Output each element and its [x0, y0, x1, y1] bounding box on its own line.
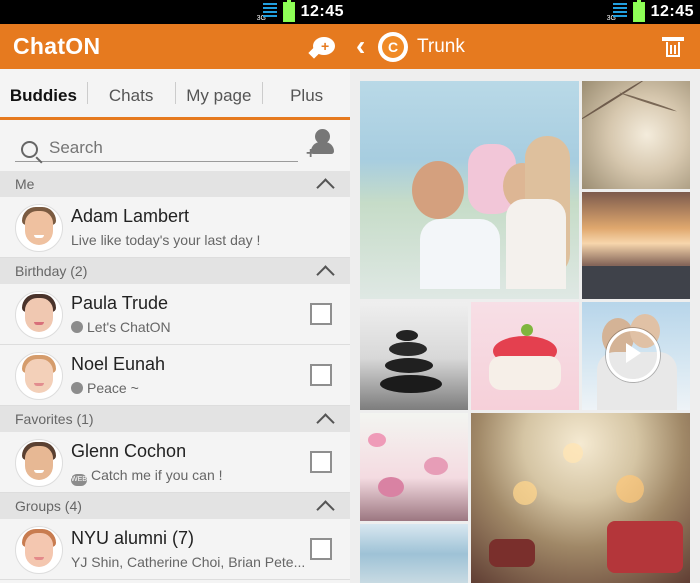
tab-plus[interactable]: Plus: [263, 69, 350, 117]
photo-tree-branches[interactable]: [582, 81, 690, 189]
play-icon[interactable]: [606, 328, 660, 382]
chat-compose-icon[interactable]: +: [313, 37, 335, 55]
battery-icon: [282, 0, 295, 22]
select-checkbox[interactable]: [310, 303, 332, 325]
chevron-up-icon[interactable]: [316, 264, 335, 284]
chevron-up-icon[interactable]: [316, 177, 335, 197]
clock: 12:45: [300, 3, 344, 20]
app-title: ChatON: [13, 33, 101, 59]
tab-my-page[interactable]: My page: [176, 69, 263, 117]
signal-icon: 3G: [607, 2, 627, 22]
contact-status: Live like today's your last day !: [71, 232, 261, 248]
trunk-title: Trunk: [417, 36, 465, 57]
search-input[interactable]: [47, 137, 291, 159]
search-icon: [21, 141, 38, 158]
contact-status: Catch me if you can !: [91, 467, 223, 483]
chat-badge-icon: [71, 382, 83, 394]
battery-icon: [632, 0, 645, 22]
contact-status: Let's ChatON: [87, 319, 171, 335]
tab-buddies[interactable]: Buddies: [0, 69, 87, 117]
contact-status-row: Peace ~: [71, 380, 139, 396]
chat-badge-icon: [71, 321, 83, 333]
contact-name: NYU alumni (7): [71, 528, 195, 548]
list-item[interactable]: NYU alumni (7) YJ Shin, Catherine Choi, …: [0, 519, 350, 580]
photo-sunset[interactable]: [582, 192, 690, 299]
select-checkbox[interactable]: [310, 364, 332, 386]
avatar: [15, 291, 63, 339]
select-checkbox[interactable]: [310, 451, 332, 473]
status-cluster-right: 3G 12:45: [607, 0, 694, 24]
photo-family-beach[interactable]: [360, 81, 579, 299]
add-buddy-icon[interactable]: +: [306, 129, 334, 162]
status-bar-right: 3G 12:45: [350, 0, 700, 24]
photo-city-bokeh[interactable]: [471, 413, 690, 583]
logo-letter: C: [388, 39, 399, 55]
trash-icon[interactable]: [662, 37, 684, 57]
status-cluster-left: 3G 12:45: [257, 0, 344, 24]
contact-name: Noel Eunah: [71, 354, 166, 374]
section-me-label: Me: [15, 176, 35, 192]
trunk-appbar: ‹ C Trunk: [350, 24, 700, 69]
tab-bar: Buddies Chats My page Plus: [0, 69, 350, 120]
contact-status: YJ Shin, Catherine Choi, Brian Pete...: [71, 554, 306, 570]
list-item[interactable]: Glenn Cochon WEB Catch me if you can !: [0, 432, 350, 493]
clock: 12:45: [650, 3, 694, 20]
signal-icon: 3G: [257, 2, 277, 22]
section-favorites-label: Favorites (1): [15, 411, 94, 427]
photo-flowers[interactable]: [360, 413, 468, 521]
contact-name: Glenn Cochon: [71, 441, 187, 461]
avatar: [15, 352, 63, 400]
list-item[interactable]: Paula Trude Let's ChatON: [0, 284, 350, 345]
contact-status-row: Let's ChatON: [71, 319, 171, 335]
signal-bars-icon: [612, 3, 627, 21]
section-favorites[interactable]: Favorites (1): [0, 406, 350, 432]
tab-chats[interactable]: Chats: [88, 69, 175, 117]
section-birthday[interactable]: Birthday (2): [0, 258, 350, 284]
section-groups-label: Groups (4): [15, 498, 82, 514]
avatar: [15, 526, 63, 574]
list-item[interactable]: Noel Eunah Peace ~: [0, 345, 350, 406]
select-checkbox[interactable]: [310, 538, 332, 560]
contact-status-row: WEB Catch me if you can !: [71, 467, 223, 486]
video-couple-thumbnail[interactable]: [582, 302, 690, 410]
list-item[interactable]: Adam Lambert Live like today's your last…: [0, 197, 350, 258]
photo-stones[interactable]: [360, 302, 468, 410]
photo-cake[interactable]: [471, 302, 579, 410]
contact-name: Adam Lambert: [71, 206, 190, 226]
section-birthday-label: Birthday (2): [15, 263, 88, 279]
section-me[interactable]: Me: [0, 171, 350, 197]
trunk-gallery: [350, 69, 700, 583]
contact-status: Peace ~: [87, 380, 139, 396]
chaton-logo: C: [378, 32, 408, 62]
chaton-appbar: ChatON +: [0, 24, 350, 69]
avatar: [15, 204, 63, 252]
search-field[interactable]: [15, 133, 298, 162]
avatar: [15, 439, 63, 487]
buddies-panel: Buddies Chats My page Plus + Me Adam Lam…: [0, 69, 350, 583]
status-bar-left: 3G 12:45: [0, 0, 350, 24]
section-groups[interactable]: Groups (4): [0, 493, 350, 519]
chevron-up-icon[interactable]: [316, 499, 335, 519]
contact-name: Paula Trude: [71, 293, 169, 313]
search-row: +: [0, 120, 350, 171]
signal-bars-icon: [262, 3, 277, 21]
web-badge-icon: WEB: [71, 474, 87, 486]
photo-sea[interactable]: [360, 524, 468, 583]
chevron-up-icon[interactable]: [316, 412, 335, 432]
back-arrow-icon[interactable]: ‹: [356, 29, 365, 63]
